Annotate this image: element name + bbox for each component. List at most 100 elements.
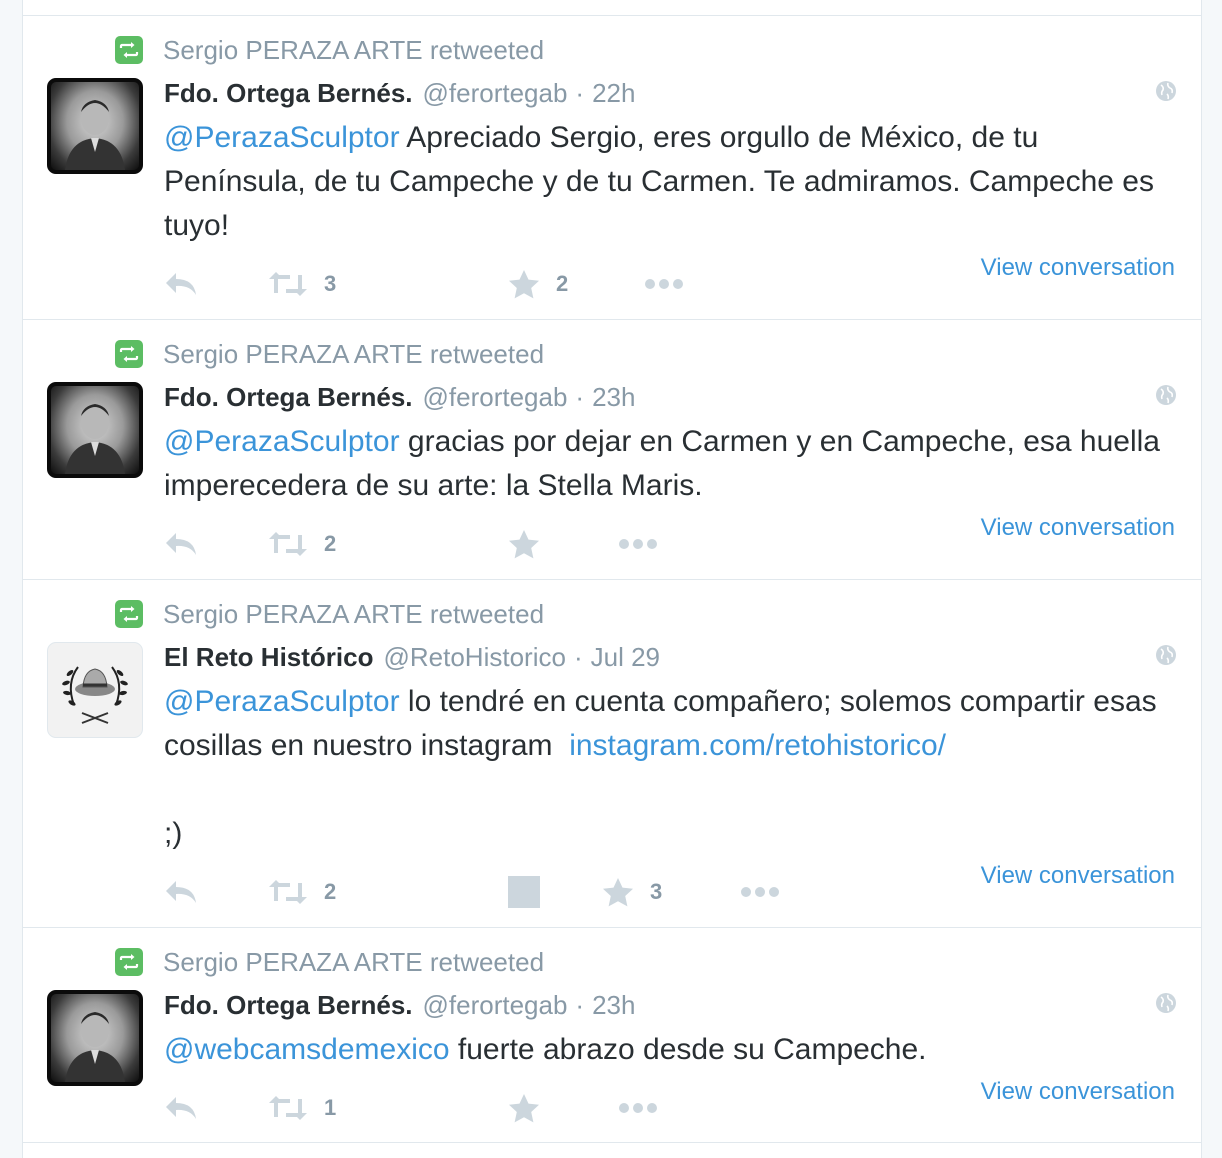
- tweet-text: @PerazaSculptor lo tendré en cuenta comp…: [164, 680, 1174, 856]
- tweet-timestamp[interactable]: 22h: [592, 78, 635, 109]
- tweet-body-extra: ;): [164, 817, 183, 850]
- more-dots-icon: [619, 1103, 657, 1113]
- more-dots-icon: [741, 887, 779, 897]
- tweet-header: El Reto Histórico @RetoHistorico · Jul 2…: [164, 642, 660, 676]
- tweet-timestamp[interactable]: 23h: [592, 382, 635, 413]
- reply-icon: [166, 881, 196, 903]
- author-screenname[interactable]: @ferortegab: [423, 382, 568, 413]
- profile-photo-man-icon: [65, 404, 125, 474]
- more-button[interactable]: [644, 266, 684, 302]
- tweet[interactable]: Sergio PERAZA ARTE retweeted Fdo. Ortega…: [23, 15, 1201, 319]
- reply-button[interactable]: [164, 874, 198, 910]
- tweet-text: @webcamsdemexico fuerte abrazo desde su …: [164, 1028, 1174, 1072]
- view-conversation-link[interactable]: View conversation: [981, 862, 1175, 890]
- retweet-icon: [269, 272, 307, 296]
- view-conversation-link[interactable]: View conversation: [981, 514, 1175, 542]
- author-fullname[interactable]: Fdo. Ortega Bernés.: [164, 990, 413, 1021]
- globe-icon: [1156, 385, 1176, 405]
- author-fullname[interactable]: Fdo. Ortega Bernés.: [164, 382, 413, 413]
- header-separator: ·: [575, 78, 585, 108]
- favorite-button[interactable]: 3: [602, 874, 662, 910]
- tweet-actions: 1: [164, 1090, 864, 1126]
- retweet-context-label[interactable]: Sergio PERAZA ARTE retweeted: [163, 947, 544, 978]
- more-button[interactable]: [618, 526, 658, 562]
- retweet-icon: [269, 1096, 307, 1120]
- retweet-context-label[interactable]: Sergio PERAZA ARTE retweeted: [163, 339, 544, 370]
- retweet-badge-icon: [115, 36, 143, 64]
- retweet-icon: [269, 532, 307, 556]
- favorite-button[interactable]: [508, 526, 540, 562]
- globe-icon: [1156, 81, 1176, 101]
- avatar[interactable]: [47, 990, 143, 1086]
- favorite-button[interactable]: [508, 1090, 540, 1126]
- view-conversation-link[interactable]: View conversation: [981, 254, 1175, 282]
- avatar[interactable]: [47, 642, 143, 738]
- mention-link[interactable]: @PerazaSculptor: [164, 685, 400, 718]
- tweet[interactable]: Sergio PERAZA ARTE retweeted El Reto His…: [23, 579, 1201, 927]
- retweet-badge-icon: [115, 948, 143, 976]
- profile-photo-man-icon: [65, 1012, 125, 1082]
- retweet-button[interactable]: 2: [268, 526, 336, 562]
- mention-link[interactable]: @webcamsdemexico: [164, 1033, 450, 1066]
- author-screenname[interactable]: @RetoHistorico: [383, 642, 565, 673]
- retweet-context-label[interactable]: Sergio PERAZA ARTE retweeted: [163, 35, 544, 66]
- reply-icon: [166, 273, 196, 295]
- reply-icon: [166, 533, 196, 555]
- retweet-badge-icon: [115, 600, 143, 628]
- tweet-actions: 2: [164, 526, 864, 562]
- more-button[interactable]: [740, 874, 780, 910]
- avatar[interactable]: [47, 382, 143, 478]
- retweet-button[interactable]: 2: [268, 874, 336, 910]
- hat-laurel-logo-icon: [62, 666, 128, 724]
- reply-button[interactable]: [164, 266, 198, 302]
- favorite-count: 3: [650, 879, 663, 904]
- more-dots-icon: [645, 279, 683, 289]
- reply-button[interactable]: [164, 526, 198, 562]
- header-separator: ·: [575, 382, 585, 412]
- star-icon: [603, 878, 633, 907]
- author-screenname[interactable]: @ferortegab: [423, 78, 568, 109]
- placeholder-square-icon[interactable]: [508, 876, 540, 908]
- header-separator: ·: [573, 642, 583, 672]
- retweet-count: 3: [324, 271, 337, 296]
- retweet-count: 1: [324, 1095, 337, 1120]
- retweet-context: Sergio PERAZA ARTE retweeted: [115, 947, 544, 978]
- tweet-body: fuerte abrazo desde su Campeche.: [449, 1033, 927, 1066]
- tweet-header: Fdo. Ortega Bernés. @ferortegab · 23h: [164, 990, 635, 1024]
- tweet-header: Fdo. Ortega Bernés. @ferortegab · 23h: [164, 382, 635, 416]
- header-separator: ·: [575, 990, 585, 1020]
- retweet-button[interactable]: 3: [268, 266, 336, 302]
- tweet-actions: 3 2: [164, 266, 864, 302]
- mention-link[interactable]: @PerazaSculptor: [164, 425, 400, 458]
- avatar[interactable]: [47, 78, 143, 174]
- view-conversation-link[interactable]: View conversation: [981, 1078, 1175, 1106]
- star-icon: [509, 530, 539, 559]
- star-icon: [509, 1094, 539, 1123]
- author-fullname[interactable]: Fdo. Ortega Bernés.: [164, 78, 413, 109]
- more-button[interactable]: [618, 1090, 658, 1126]
- author-fullname[interactable]: El Reto Histórico: [164, 642, 373, 673]
- author-screenname[interactable]: @ferortegab: [423, 990, 568, 1021]
- retweet-context: Sergio PERAZA ARTE retweeted: [115, 35, 544, 66]
- tweet-header: Fdo. Ortega Bernés. @ferortegab · 22h: [164, 78, 635, 112]
- tweet-timestamp[interactable]: 23h: [592, 990, 635, 1021]
- url-link[interactable]: instagram.com/retohistorico/: [569, 729, 946, 762]
- profile-photo-man-icon: [65, 100, 125, 170]
- retweet-count: 2: [324, 531, 337, 556]
- retweet-context: Sergio PERAZA ARTE retweeted: [115, 599, 544, 630]
- retweet-count: 2: [324, 879, 337, 904]
- retweet-button[interactable]: 1: [268, 1090, 336, 1126]
- retweet-icon: [269, 880, 307, 904]
- retweet-context: Sergio PERAZA ARTE retweeted: [115, 339, 544, 370]
- tweet-text: @PerazaSculptor gracias por dejar en Car…: [164, 420, 1174, 508]
- tweet-timestamp[interactable]: Jul 29: [591, 642, 660, 673]
- reply-button[interactable]: [164, 1090, 198, 1126]
- retweet-context-label[interactable]: Sergio PERAZA ARTE retweeted: [163, 599, 544, 630]
- tweet[interactable]: Sergio PERAZA ARTE retweeted Fdo. Ortega…: [23, 927, 1201, 1143]
- mention-link[interactable]: @PerazaSculptor: [164, 121, 400, 154]
- reply-icon: [166, 1097, 196, 1119]
- timeline-stream: Sergio PERAZA ARTE retweeted Fdo. Ortega…: [22, 0, 1202, 1158]
- retweet-badge-icon: [115, 340, 143, 368]
- favorite-button[interactable]: 2: [508, 266, 568, 302]
- tweet[interactable]: Sergio PERAZA ARTE retweeted Fdo. Ortega…: [23, 319, 1201, 579]
